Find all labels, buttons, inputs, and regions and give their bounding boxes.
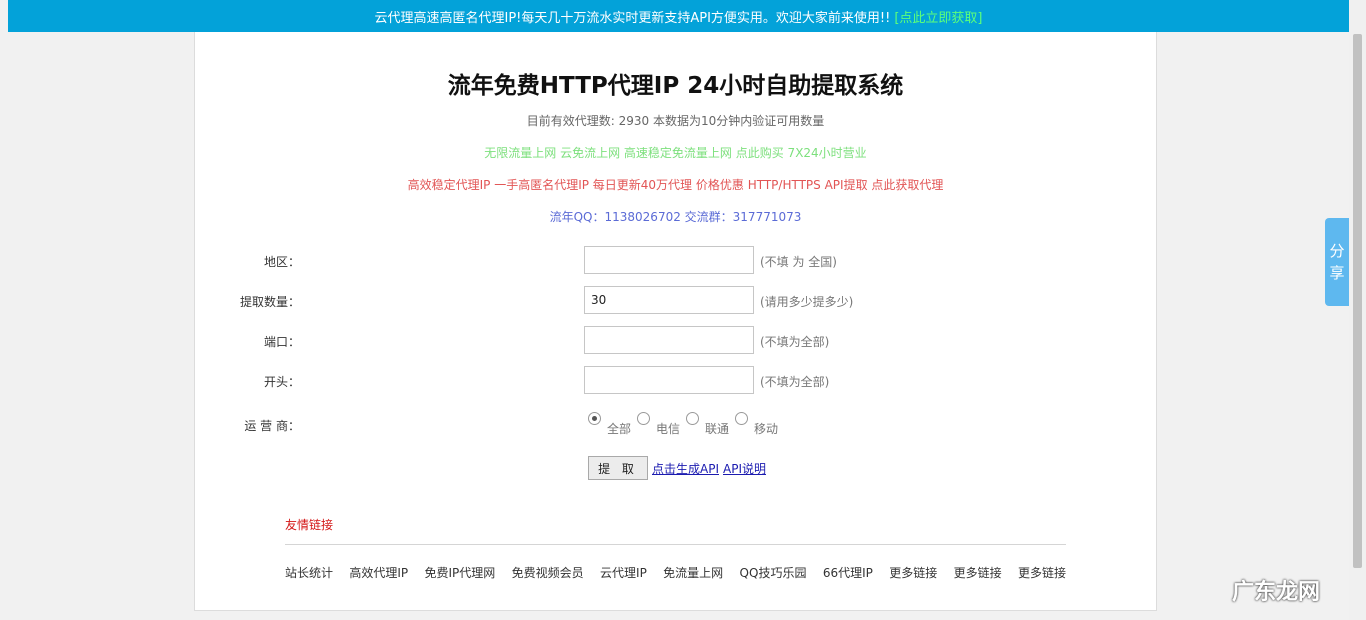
radio-unchecked-icon[interactable] xyxy=(735,412,749,425)
count-label: 提取数量： xyxy=(239,295,300,309)
friend-link[interactable]: 高效代理IP xyxy=(349,564,408,581)
share-label-2: 享 xyxy=(1329,264,1345,282)
radio-unchecked-icon[interactable] xyxy=(686,412,700,425)
isp-radio-group: 全部 电信 联通 移动 xyxy=(588,412,778,437)
isp-radio-telecom[interactable]: 电信 xyxy=(637,412,680,437)
api-doc-link[interactable]: API说明 xyxy=(723,460,766,477)
region-label: 地区： xyxy=(263,255,300,269)
friend-links-title: 友情链接 xyxy=(285,518,334,532)
proxy-count-status: 目前有效代理数: 2930 本数据为10分钟内验证可用数量 xyxy=(526,114,825,128)
isp-radio-mobile[interactable]: 移动 xyxy=(735,412,778,437)
form-row-prefix: 开头： (不填为全部) xyxy=(195,366,895,396)
friend-link[interactable]: 站长统计 xyxy=(285,564,333,581)
vertical-scrollbar[interactable] xyxy=(1349,0,1366,620)
promo-red-link[interactable]: 高效稳定代理IP 一手高匿名代理IP 每日更新40万代理 价格优惠 HTTP/H… xyxy=(195,176,1156,193)
generate-api-link[interactable]: 点击生成API xyxy=(652,460,719,477)
region-input[interactable] xyxy=(584,246,754,274)
announcement-text: 云代理高速高匿名代理IP!每天几十万流水实时更新支持API方便实用。欢迎大家前来… xyxy=(374,10,891,26)
friend-link[interactable]: 免费IP代理网 xyxy=(425,564,496,581)
prefix-input[interactable] xyxy=(584,366,754,394)
isp-radio-all[interactable]: 全部 xyxy=(588,412,631,437)
form-row-region: 地区： (不填 为 全国) xyxy=(195,246,895,276)
radio-unchecked-icon[interactable] xyxy=(637,412,651,425)
count-input[interactable] xyxy=(584,286,754,314)
watermark-text: 广东龙网 xyxy=(1232,580,1321,605)
form-row-isp: 运 营 商： 全部 电信 联通 移动 xyxy=(195,412,895,442)
submit-row: 提 取 点击生成API API说明 xyxy=(588,456,770,480)
friend-link[interactable]: 免费视频会员 xyxy=(512,564,584,581)
friend-link[interactable]: QQ技巧乐园 xyxy=(740,564,807,581)
extract-button[interactable]: 提 取 xyxy=(588,456,648,480)
friend-link[interactable]: 66代理IP xyxy=(823,564,873,581)
scrollbar-thumb[interactable] xyxy=(1353,34,1362,568)
region-hint: (不填 为 全国) xyxy=(760,255,837,269)
form-row-count: 提取数量： (请用多少提多少) xyxy=(195,286,895,316)
port-hint: (不填为全部) xyxy=(760,335,830,349)
friend-link[interactable]: 更多链接 xyxy=(1018,564,1066,581)
top-announcement-bar: 云代理高速高匿名代理IP!每天几十万流水实时更新支持API方便实用。欢迎大家前来… xyxy=(8,0,1349,32)
prefix-hint: (不填为全部) xyxy=(760,375,830,389)
share-button[interactable]: 分 享 xyxy=(1325,218,1349,306)
radio-checked-icon[interactable] xyxy=(588,412,601,425)
friend-links-list: 站长统计 高效代理IP 免费IP代理网 免费视频会员 云代理IP 免流量上网 Q… xyxy=(285,564,1066,581)
share-label-1: 分 xyxy=(1329,242,1345,260)
page-title: 流年免费HTTP代理IP 24小时自助提取系统 xyxy=(447,73,904,99)
friend-link[interactable]: 更多链接 xyxy=(889,564,937,581)
announcement-link[interactable]: [点此立即获取] xyxy=(894,7,982,26)
port-input[interactable] xyxy=(584,326,754,354)
friend-links-divider xyxy=(285,544,1066,545)
friend-link[interactable]: 免流量上网 xyxy=(663,564,723,581)
prefix-label: 开头： xyxy=(263,375,300,389)
main-panel: 流年免费HTTP代理IP 24小时自助提取系统 目前有效代理数: 2930 本数… xyxy=(194,32,1157,611)
friend-link[interactable]: 云代理IP xyxy=(600,564,647,581)
count-hint: (请用多少提多少) xyxy=(760,295,854,309)
isp-radio-unicom[interactable]: 联通 xyxy=(686,412,729,437)
isp-label: 运 营 商： xyxy=(244,419,300,433)
port-label: 端口： xyxy=(263,335,300,349)
contact-info: 流年QQ：1138026702 交流群：317771073 xyxy=(549,210,802,224)
promo-green-link[interactable]: 无限流量上网 云免流上网 高速稳定免流量上网 点此购买 7X24小时营业 xyxy=(195,144,1156,161)
form-row-port: 端口： (不填为全部) xyxy=(195,326,895,356)
friend-link[interactable]: 更多链接 xyxy=(954,564,1002,581)
